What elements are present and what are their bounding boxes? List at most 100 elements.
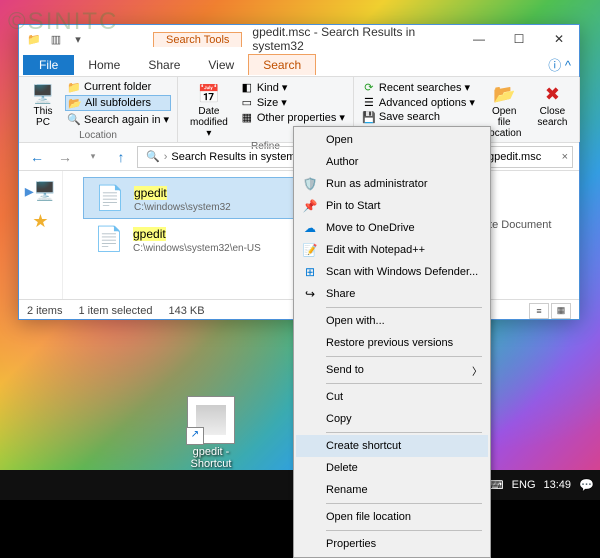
props-icon: ▦ [240, 110, 254, 124]
ctx-create-shortcut[interactable]: Create shortcut [296, 435, 488, 457]
calendar-icon: 📅 [197, 82, 221, 106]
date-modified-button[interactable]: 📅 Date modified ▾ [184, 80, 234, 141]
search-box[interactable]: gpedit.msc × [483, 146, 573, 168]
ribbon-help-icon[interactable]: ⓘ ^ [540, 55, 579, 74]
ctx-open-location[interactable]: Open file location [296, 506, 488, 528]
pc-icon: 🖥️ [31, 82, 55, 106]
item-count: 2 items [27, 305, 62, 317]
share-icon: ↪ [300, 286, 320, 302]
ctx-separator [326, 432, 482, 433]
ctx-separator [326, 503, 482, 504]
ctx-cut[interactable]: Cut [296, 386, 488, 408]
breadcrumb-segment[interactable]: Search Results in system32 [167, 151, 311, 163]
details-view-button[interactable]: ≡ [529, 303, 549, 319]
context-menu: Open Author 🛡️Run as administrator 📌Pin … [293, 126, 491, 558]
tray-language[interactable]: ENG [512, 479, 536, 491]
tray-clock[interactable]: 13:49 [544, 479, 572, 491]
ctx-pin-start[interactable]: 📌Pin to Start [296, 195, 488, 217]
selected-size: 143 KB [168, 305, 204, 317]
minimize-button[interactable]: — [459, 25, 499, 53]
clear-search-button[interactable]: × [562, 151, 568, 163]
ctx-author[interactable]: Author [296, 151, 488, 173]
ctx-send-to[interactable]: Send to〉 [296, 359, 488, 381]
icons-view-button[interactable]: ▦ [551, 303, 571, 319]
ctx-run-admin[interactable]: 🛡️Run as administrator [296, 173, 488, 195]
ctx-separator [326, 383, 482, 384]
advanced-icon: ☰ [362, 95, 376, 109]
view-tab[interactable]: View [194, 55, 248, 75]
recent-icon: ⟳ [362, 80, 376, 94]
search-again-button[interactable]: 🔍Search again in ▾ [65, 112, 171, 126]
file-name: gpedit [134, 186, 167, 200]
nav-quickaccess-icon[interactable]: ★ [23, 207, 59, 235]
pin-icon: 📌 [300, 198, 320, 214]
ctx-delete[interactable]: Delete [296, 457, 488, 479]
search-icon: 🔍 [67, 112, 81, 126]
all-subfolders-button[interactable]: 📂All subfolders [65, 95, 171, 111]
close-search-button[interactable]: ✖ Close search [531, 80, 573, 130]
ctx-onedrive[interactable]: ☁Move to OneDrive [296, 217, 488, 239]
size-icon: ▭ [240, 95, 254, 109]
defender-icon: ⊞ [300, 264, 320, 280]
kind-button[interactable]: ◧Kind ▾ [238, 80, 347, 94]
folder-icon: 📁 [67, 80, 81, 94]
nav-back-button[interactable]: ← [25, 145, 49, 169]
save-search-button[interactable]: 💾Save search [360, 110, 477, 124]
search-results-icon: 🔍 [142, 150, 164, 163]
ctx-separator [326, 530, 482, 531]
nav-desktop-icon[interactable]: ▸🖥️ [23, 177, 59, 205]
maximize-button[interactable]: ☐ [499, 25, 539, 53]
file-tab[interactable]: File [23, 55, 74, 75]
other-properties-button[interactable]: ▦Other properties ▾ [238, 110, 347, 124]
open-location-icon: 📂 [492, 82, 516, 106]
desktop-shortcut-gpedit[interactable]: gpedit - Shortcut [175, 396, 247, 470]
window-title: gpedit.msc - Search Results in system32 [242, 25, 459, 53]
subfolders-icon: 📂 [68, 96, 82, 110]
search-tools-context-tab: Search Tools [153, 32, 242, 47]
ribbon-tabs: File Home Share View Search ⓘ ^ [19, 53, 579, 77]
ctx-open-with[interactable]: Open with... [296, 310, 488, 332]
file-name: gpedit [133, 227, 166, 241]
file-path: C:\windows\system32 [134, 202, 231, 213]
home-tab[interactable]: Home [74, 55, 134, 75]
notepadpp-icon: 📝 [300, 242, 320, 258]
kind-icon: ◧ [240, 80, 254, 94]
advanced-options-button[interactable]: ☰Advanced options ▾ [360, 95, 477, 109]
nav-forward-button[interactable]: → [53, 145, 77, 169]
ctx-defender[interactable]: ⊞Scan with Windows Defender... [296, 261, 488, 283]
size-button[interactable]: ▭Size ▾ [238, 95, 347, 109]
ctx-copy[interactable]: Copy [296, 408, 488, 430]
watermark: ©SINITC [8, 8, 118, 36]
onedrive-icon: ☁ [300, 220, 320, 236]
save-icon: 💾 [362, 110, 376, 124]
nav-up-button[interactable]: ↑ [109, 145, 133, 169]
ctx-rename[interactable]: Rename [296, 479, 488, 501]
shield-icon: 🛡️ [300, 176, 320, 192]
ctx-restore[interactable]: Restore previous versions [296, 332, 488, 354]
search-value: gpedit.msc [488, 151, 541, 163]
selected-count: 1 item selected [78, 305, 152, 317]
file-path: C:\windows\system32\en-US [133, 243, 261, 254]
shortcut-icon [187, 396, 235, 444]
ctx-properties[interactable]: Properties [296, 533, 488, 555]
this-pc-button[interactable]: 🖥️ This PC [25, 80, 61, 130]
nav-pane[interactable]: ▸🖥️ ★ [19, 171, 63, 299]
ctx-open[interactable]: Open [296, 129, 488, 151]
ribbon-group-location: 🖥️ This PC 📁Current folder 📂All subfolde… [19, 77, 178, 142]
current-folder-button[interactable]: 📁Current folder [65, 80, 171, 94]
share-tab[interactable]: Share [134, 55, 194, 75]
close-icon: ✖ [540, 82, 564, 106]
chevron-right-icon: 〉 [472, 363, 482, 378]
ctx-share[interactable]: ↪Share [296, 283, 488, 305]
msc-file-icon: 📄 [92, 182, 128, 214]
ctx-notepadpp[interactable]: 📝Edit with Notepad++ [296, 239, 488, 261]
ctx-separator [326, 356, 482, 357]
ctx-separator [326, 307, 482, 308]
nav-history-button[interactable]: ▾ [81, 145, 105, 169]
msc-file-icon: 📄 [91, 223, 127, 255]
search-tab[interactable]: Search [248, 54, 316, 75]
recent-searches-button[interactable]: ⟳Recent searches ▾ [360, 80, 477, 94]
tray-notifications-icon[interactable]: 💬 [579, 478, 594, 492]
shortcut-label: gpedit - Shortcut [175, 446, 247, 470]
close-button[interactable]: ✕ [539, 25, 579, 53]
